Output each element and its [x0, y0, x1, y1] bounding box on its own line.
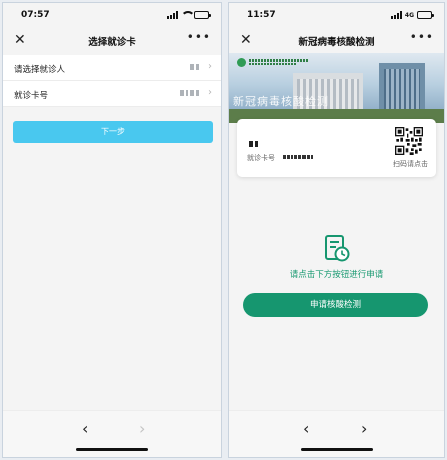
left-phone-screen: 07:57 ✕ 选择就诊卡 ••• 请选择就诊人 › 就诊卡号 › 下一步 ‹ … [2, 2, 222, 458]
patient-value-masked [190, 64, 199, 70]
nav-bar: ✕ 选择就诊卡 ••• [3, 29, 221, 53]
status-time: 11:57 [247, 10, 276, 20]
back-arrow-icon[interactable]: ‹ [303, 419, 309, 438]
status-icons: 4G [390, 11, 434, 19]
card-number-value-masked [180, 90, 199, 96]
scan-label[interactable]: 扫码请点击 [393, 159, 428, 169]
back-arrow-icon[interactable]: ‹ [82, 419, 88, 438]
signal-icon [167, 11, 178, 19]
more-icon[interactable]: ••• [410, 30, 434, 44]
bottom-toolbar: ‹ › [3, 410, 221, 457]
hospital-banner: 新冠病毒核酸检测 [229, 53, 444, 123]
hospital-name-en-graphic [249, 63, 297, 65]
next-button[interactable]: 下一步 [13, 121, 213, 143]
network-label: 4G [404, 11, 414, 19]
more-icon[interactable]: ••• [187, 30, 211, 44]
right-phone-screen: 11:57 4G ✕ 新冠病毒核酸检测 ••• 新冠病毒核酸检测 就诊卡号 扫码… [228, 2, 445, 458]
document-clock-icon [325, 235, 350, 262]
card-number-row[interactable]: 就诊卡号 › [3, 81, 221, 107]
nav-bar: ✕ 新冠病毒核酸检测 ••• [229, 29, 444, 53]
apply-hint-text: 请点击下方按钮进行申请 [289, 270, 384, 280]
status-icons [167, 11, 211, 19]
patient-select-label: 请选择就诊人 [14, 65, 66, 75]
signal-icon [390, 11, 402, 19]
home-indicator[interactable] [300, 448, 373, 451]
patient-name-masked [249, 141, 258, 147]
forward-arrow-icon[interactable]: › [361, 419, 367, 438]
qr-code-icon[interactable] [395, 127, 423, 155]
battery-icon [194, 11, 211, 19]
card-number-value-masked [283, 155, 313, 159]
bottom-toolbar: ‹ › [229, 410, 444, 457]
apply-nucleic-test-button[interactable]: 申请核酸检测 [243, 293, 428, 317]
banner-watermark: 新冠病毒核酸检测 [233, 95, 329, 108]
patient-select-row[interactable]: 请选择就诊人 › [3, 55, 221, 81]
card-number-label: 就诊卡号 [14, 91, 49, 101]
status-time: 07:57 [21, 10, 50, 20]
screenshot-stage: 07:57 ✕ 选择就诊卡 ••• 请选择就诊人 › 就诊卡号 › 下一步 ‹ … [0, 0, 447, 460]
battery-icon [417, 11, 434, 19]
status-bar: 11:57 4G [229, 3, 444, 29]
chevron-right-icon: › [208, 61, 212, 72]
chevron-right-icon: › [208, 87, 212, 98]
status-bar: 07:57 [3, 3, 221, 29]
wifi-icon [181, 11, 195, 19]
home-indicator[interactable] [76, 448, 148, 451]
hospital-name-graphic [249, 59, 309, 62]
patient-card: 就诊卡号 扫码请点击 [237, 119, 436, 177]
card-number-label: 就诊卡号 [247, 154, 275, 162]
hospital-logo [237, 58, 246, 67]
forward-arrow-icon[interactable]: › [139, 419, 145, 438]
